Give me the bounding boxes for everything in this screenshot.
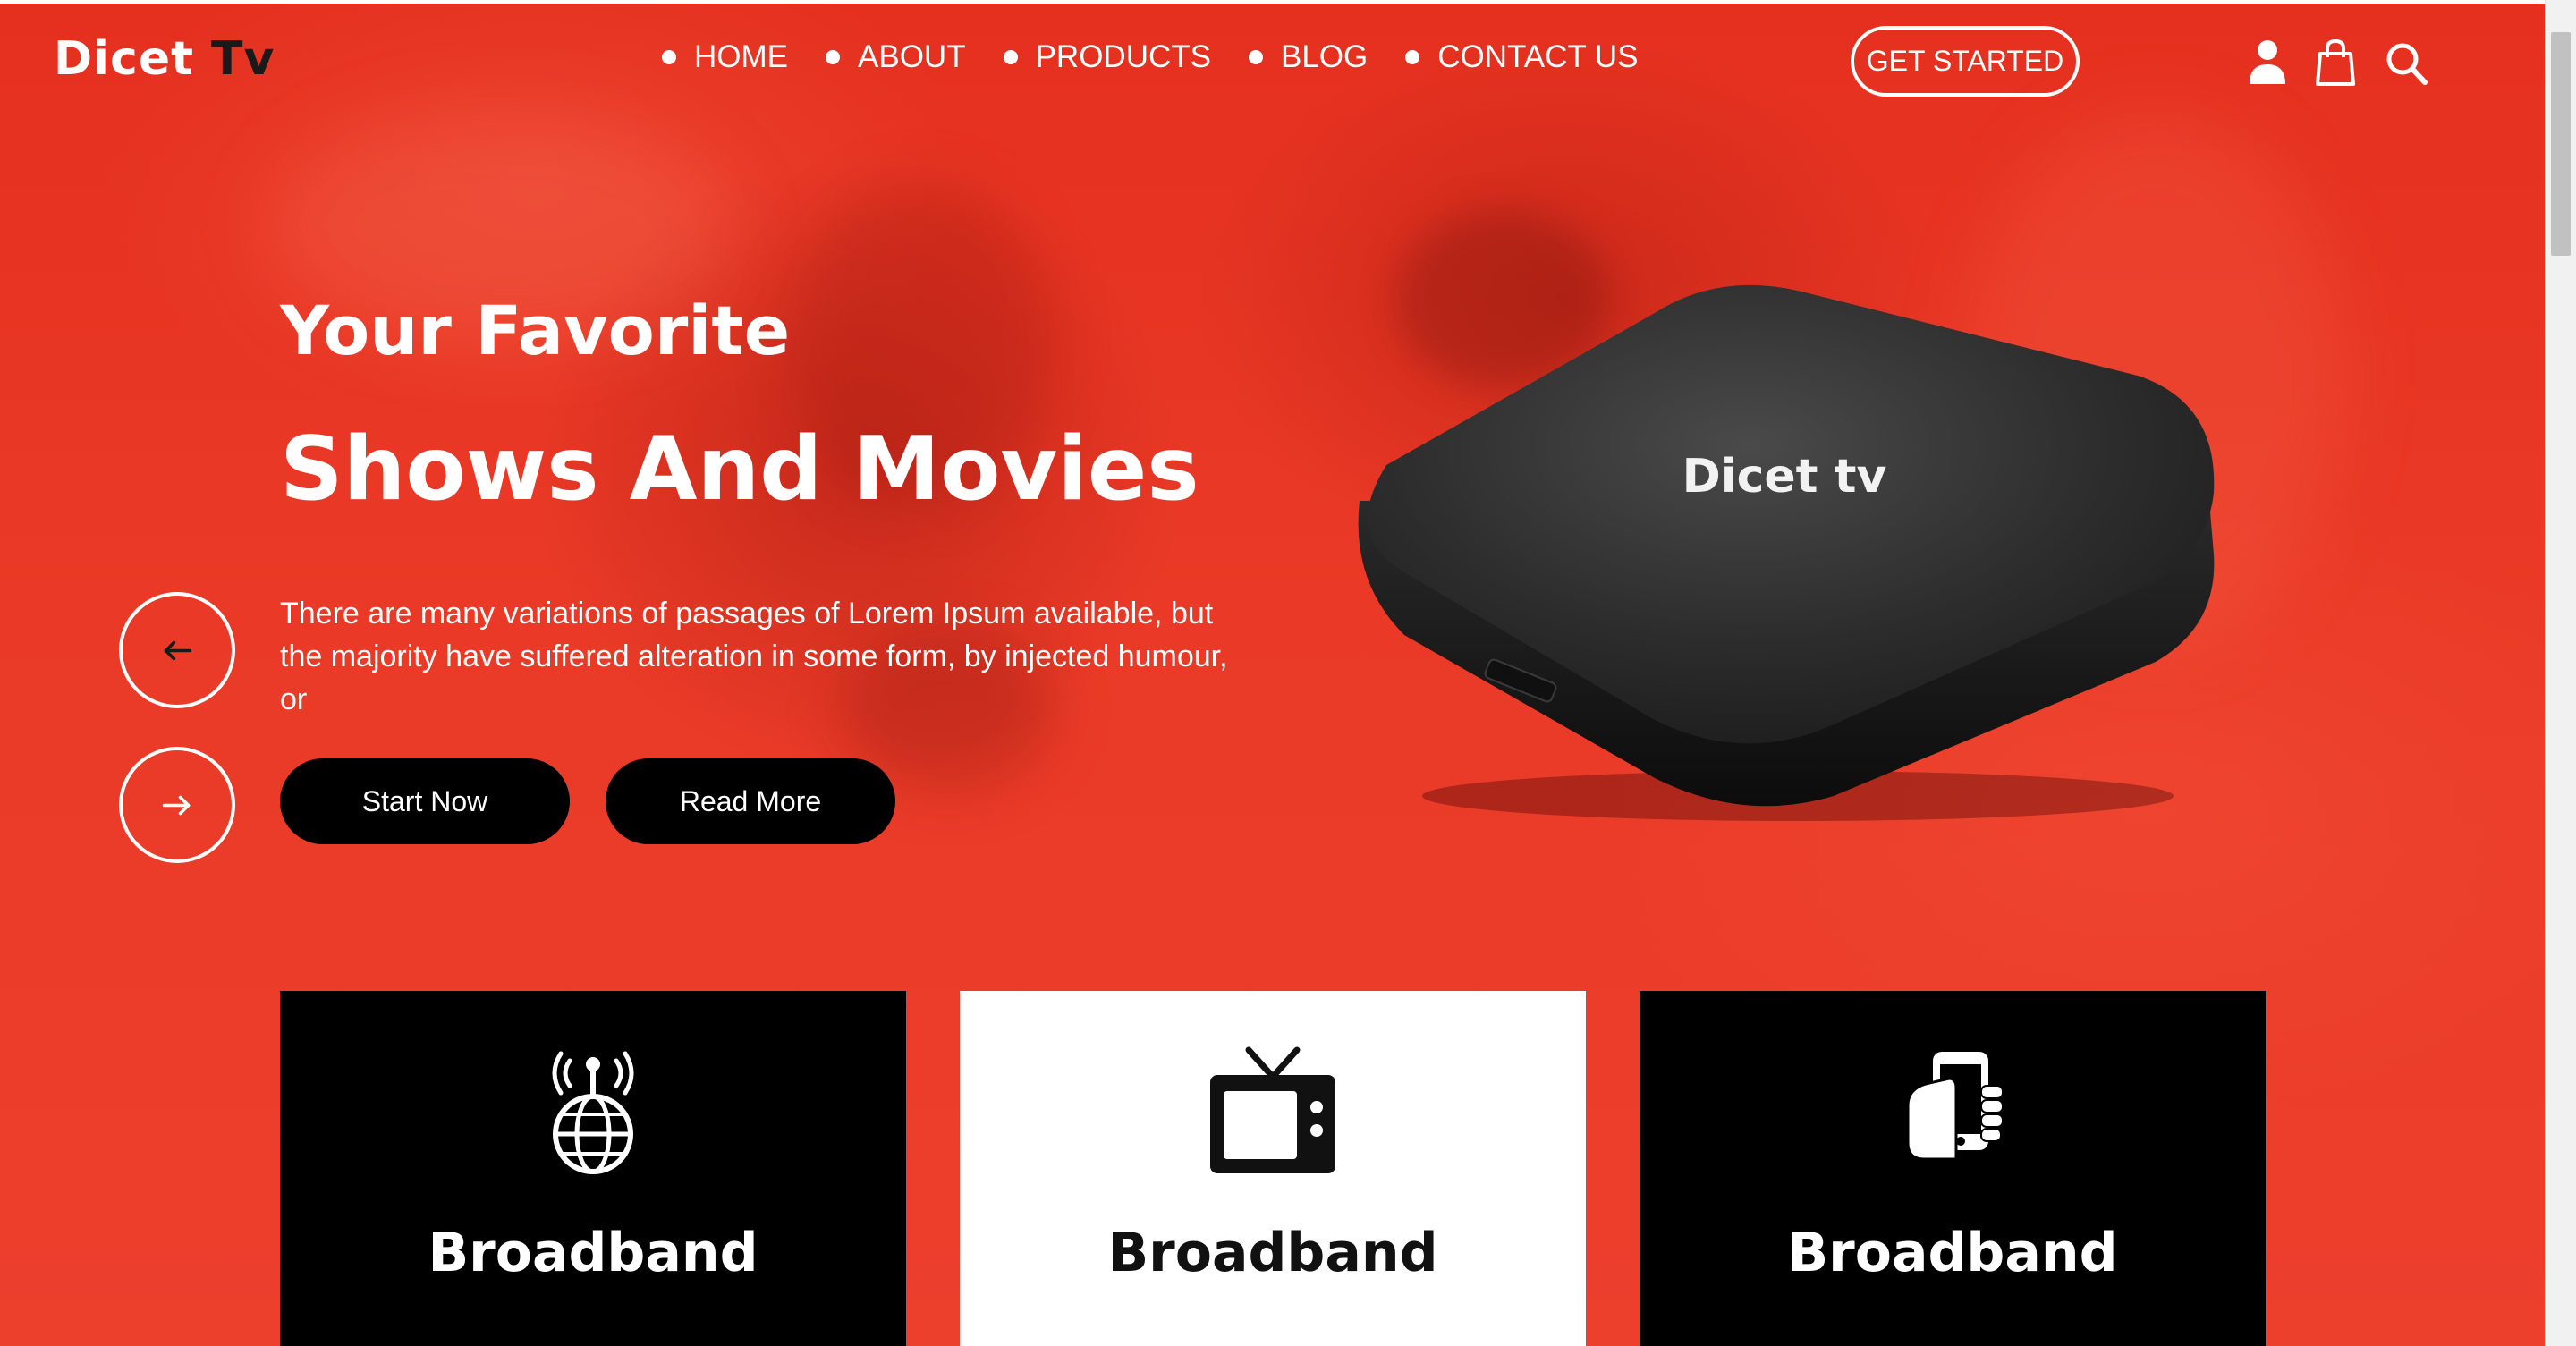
- user-icon[interactable]: [2245, 38, 2290, 88]
- hero-title-line2: Shows And Movies: [280, 419, 1199, 521]
- next-slide-button[interactable]: [119, 747, 235, 863]
- site-logo[interactable]: Dicet Tv: [54, 32, 275, 86]
- scrollbar-thumb[interactable]: [2551, 32, 2571, 256]
- bullet-icon: [1405, 50, 1420, 64]
- nav-label: BLOG: [1280, 39, 1368, 74]
- device-image: Dicet tv: [1333, 277, 2245, 832]
- service-card[interactable]: Broadband: [1640, 991, 2266, 1346]
- get-started-button[interactable]: GET STARTED: [1851, 26, 2080, 97]
- read-more-button[interactable]: Read More: [606, 758, 895, 844]
- nav-item-contact[interactable]: CONTACT US: [1405, 39, 1639, 75]
- search-icon[interactable]: [2384, 38, 2428, 88]
- main-nav: HOME ABOUT PRODUCTS BLOG CONTACT US: [662, 39, 1639, 75]
- hero-title-line1: Your Favorite: [280, 291, 791, 370]
- service-card-title: Broadband: [1107, 1222, 1438, 1284]
- hero-description: There are many variations of passages of…: [280, 597, 1228, 716]
- bullet-icon: [662, 50, 676, 64]
- bullet-icon: [1003, 50, 1018, 64]
- nav-label: CONTACT US: [1437, 39, 1639, 74]
- logo-name: Dicet: [54, 32, 194, 86]
- service-card[interactable]: Broadband: [960, 991, 1586, 1346]
- nav-item-products[interactable]: PRODUCTS: [1003, 39, 1211, 75]
- nav-label: HOME: [694, 39, 788, 74]
- bullet-icon: [1248, 50, 1263, 64]
- service-card-title: Broadband: [1787, 1222, 2118, 1284]
- nav-label: ABOUT: [858, 39, 966, 74]
- device-label: Dicet tv: [1682, 450, 1887, 504]
- service-card[interactable]: Broadband: [280, 991, 906, 1346]
- bullet-icon: [826, 50, 840, 64]
- tv-icon: [1206, 1043, 1340, 1177]
- arrow-left-icon: [164, 640, 192, 660]
- start-now-button[interactable]: Start Now: [280, 758, 570, 844]
- phone-hand-icon: [1885, 1043, 2020, 1177]
- shopping-bag-icon[interactable]: [2313, 38, 2358, 88]
- previous-slide-button[interactable]: [119, 592, 235, 708]
- arrow-right-icon: [162, 795, 191, 815]
- nav-item-blog[interactable]: BLOG: [1248, 39, 1368, 75]
- antenna-globe-icon: [526, 1043, 660, 1177]
- nav-item-about[interactable]: ABOUT: [826, 39, 966, 75]
- page-scrollbar[interactable]: [2545, 0, 2576, 1346]
- service-card-title: Broadband: [428, 1222, 758, 1284]
- nav-label: PRODUCTS: [1035, 39, 1211, 74]
- logo-suffix: Tv: [211, 32, 275, 86]
- nav-item-home[interactable]: HOME: [662, 39, 788, 75]
